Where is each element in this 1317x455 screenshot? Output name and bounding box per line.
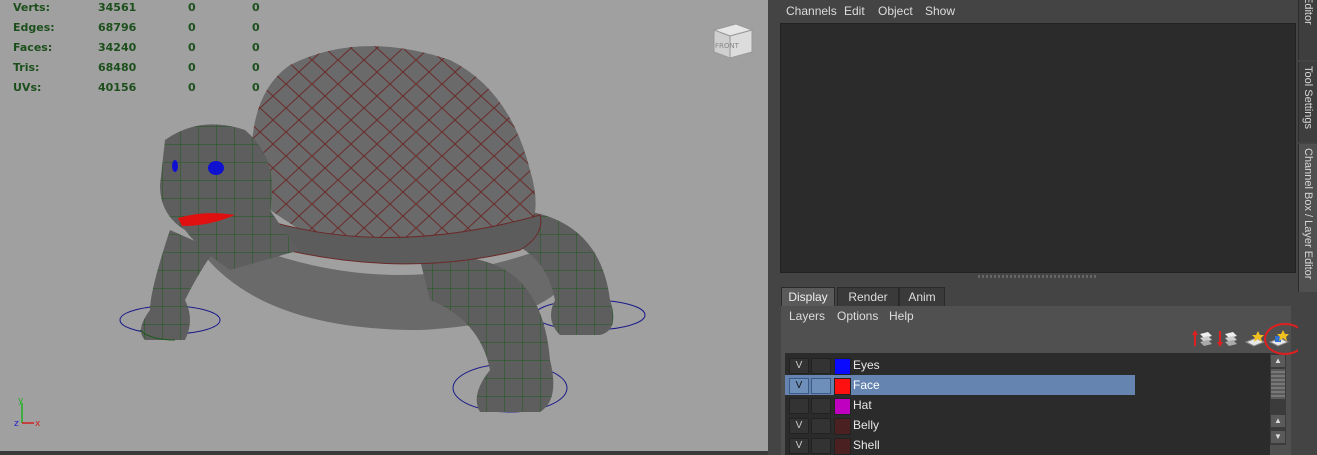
layer-row-shell[interactable]: V Shell bbox=[785, 435, 1270, 455]
visibility-toggle[interactable]: V bbox=[789, 438, 809, 454]
side-tab-tool-settings[interactable]: Tool Settings bbox=[1298, 62, 1317, 142]
layer-row-eyes[interactable]: V Eyes bbox=[785, 355, 1270, 375]
scroll-thumb[interactable] bbox=[1271, 369, 1285, 399]
eye bbox=[208, 161, 224, 175]
visibility-toggle[interactable]: V bbox=[789, 358, 809, 374]
layer-color-swatch[interactable] bbox=[834, 358, 851, 375]
menu-channels[interactable]: Channels bbox=[786, 4, 837, 18]
layer-row-belly[interactable]: V Belly bbox=[785, 415, 1270, 435]
visibility-toggle[interactable]: V bbox=[789, 378, 809, 394]
scroll-up-button-lower[interactable]: ▲ bbox=[1271, 415, 1285, 427]
layer-name[interactable]: Eyes bbox=[853, 358, 880, 372]
axis-z-label: z bbox=[14, 419, 19, 429]
side-tab-strip: Attribute Editor Tool Settings Channel B… bbox=[1298, 0, 1317, 455]
viewcube[interactable]: FRONT bbox=[710, 18, 756, 62]
visibility-toggle[interactable] bbox=[789, 398, 809, 414]
layer-color-swatch[interactable] bbox=[834, 378, 851, 395]
channel-box-layer-editor: Channels Edit Object Show Display Render… bbox=[778, 0, 1298, 455]
layer-color-swatch[interactable] bbox=[834, 438, 851, 455]
channel-box-area[interactable] bbox=[780, 23, 1296, 273]
scroll-up-button[interactable]: ▲ bbox=[1271, 355, 1285, 367]
viewcube-label: FRONT bbox=[715, 42, 740, 50]
viewport-3d[interactable]: Verts: 34561 0 0 Edges: 68796 0 0 Faces:… bbox=[0, 0, 768, 451]
axis-x-label: x bbox=[35, 419, 41, 429]
side-tab-attribute-editor[interactable]: Attribute Editor bbox=[1298, 0, 1317, 60]
tab-render[interactable]: Render bbox=[837, 287, 899, 307]
layer-name[interactable]: Belly bbox=[853, 418, 879, 432]
playback-toggle[interactable] bbox=[811, 418, 831, 434]
playback-toggle[interactable] bbox=[811, 358, 831, 374]
move-layer-down-icon[interactable] bbox=[1215, 328, 1241, 350]
menu-help[interactable]: Help bbox=[889, 309, 914, 323]
axis-indicator: y x z bbox=[14, 396, 41, 429]
panel-divider[interactable] bbox=[768, 0, 778, 455]
tab-anim[interactable]: Anim bbox=[899, 287, 945, 307]
playback-toggle[interactable] bbox=[811, 398, 831, 414]
layer-name[interactable]: Shell bbox=[853, 438, 880, 452]
layer-row-hat[interactable]: Hat bbox=[785, 395, 1270, 415]
layer-list[interactable]: V Eyes V Face Hat V Belly V Shell bbox=[785, 353, 1270, 455]
playback-toggle[interactable] bbox=[811, 378, 831, 394]
splitter-grip[interactable] bbox=[978, 275, 1098, 278]
visibility-toggle[interactable]: V bbox=[789, 418, 809, 434]
layer-color-swatch[interactable] bbox=[834, 418, 851, 435]
playback-toggle[interactable] bbox=[811, 438, 831, 454]
layer-color-swatch[interactable] bbox=[834, 398, 851, 415]
menu-edit[interactable]: Edit bbox=[844, 4, 865, 18]
menu-layers[interactable]: Layers bbox=[789, 309, 825, 323]
layer-row-face[interactable]: V Face bbox=[785, 375, 1270, 395]
axis-y-label: y bbox=[18, 396, 24, 406]
menu-object[interactable]: Object bbox=[878, 4, 913, 18]
move-layer-up-icon[interactable] bbox=[1190, 328, 1216, 350]
viewport-border bbox=[0, 451, 768, 455]
side-tab-channel-box[interactable]: Channel Box / Layer Editor bbox=[1298, 144, 1317, 292]
tab-display[interactable]: Display bbox=[781, 287, 835, 307]
layer-name[interactable]: Face bbox=[853, 378, 880, 392]
eye bbox=[172, 160, 178, 172]
menu-show[interactable]: Show bbox=[925, 4, 955, 18]
scroll-down-button[interactable]: ▼ bbox=[1271, 431, 1285, 443]
menu-options[interactable]: Options bbox=[837, 309, 878, 323]
layer-scrollbar[interactable]: ▲ ▲ ▼ bbox=[1270, 353, 1286, 445]
layer-name[interactable]: Hat bbox=[853, 398, 872, 412]
